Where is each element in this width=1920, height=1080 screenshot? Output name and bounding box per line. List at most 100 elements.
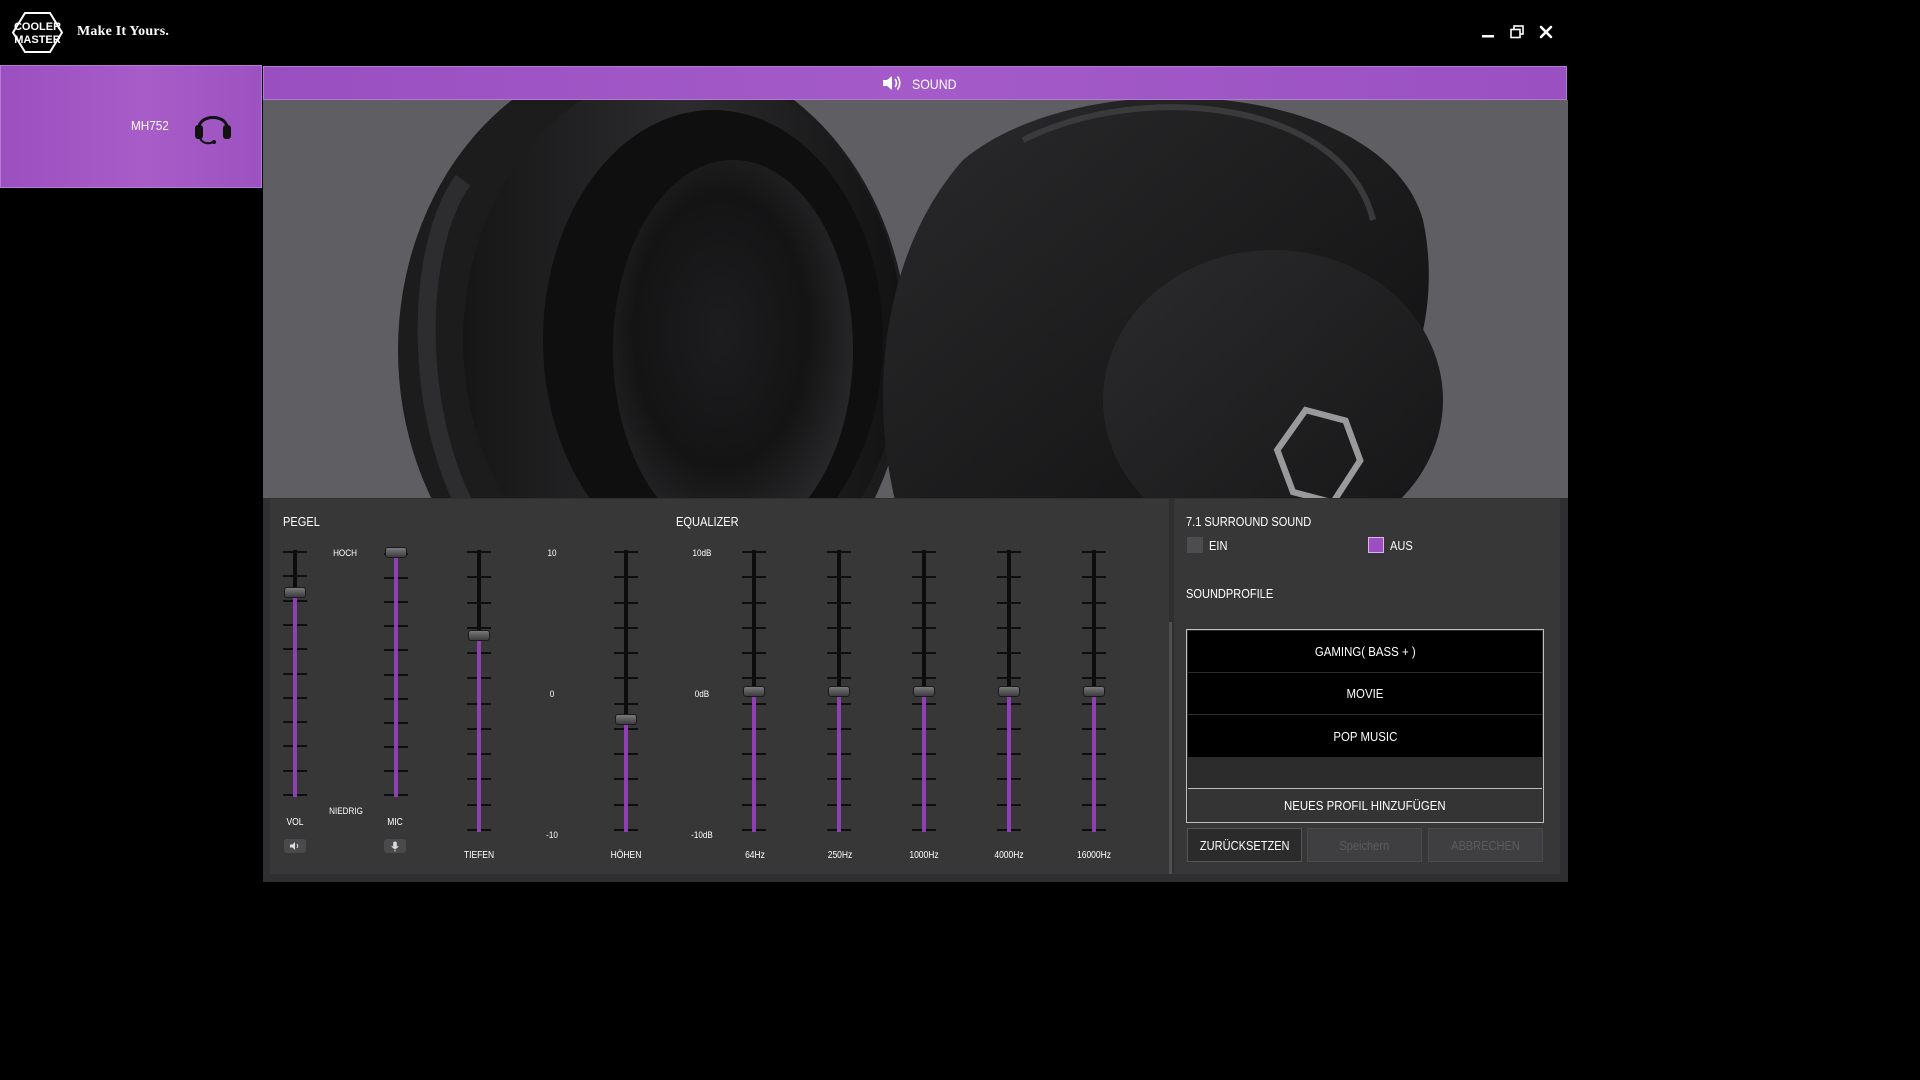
eq-slider-4000hz-tick (997, 626, 1021, 629)
eq-slider-16000hz-thumb[interactable] (1083, 686, 1105, 697)
eq-slider-4000hz-tick (997, 677, 1021, 680)
surround-on-checkbox[interactable] (1187, 537, 1203, 553)
eq-slider-4000hz-tick (997, 576, 1021, 579)
equalizer-title: EQUALIZER (676, 514, 739, 529)
eq-slider-4000hz-fill (1007, 691, 1011, 832)
eq-scale-top: 10dB (692, 548, 712, 558)
restore-button[interactable] (1504, 18, 1530, 46)
eq-slider-250hz-thumb[interactable] (828, 686, 850, 697)
headset-icon (192, 104, 234, 146)
cancel-button[interactable]: ABBRECHEN (1428, 828, 1543, 862)
minimize-button[interactable] (1475, 18, 1501, 46)
tone-scale-top: 10 (547, 548, 557, 558)
eq-slider-1000hz-tick (912, 601, 936, 604)
vol-slider-tick (283, 575, 307, 578)
eq-slider-4000hz-tick (997, 601, 1021, 604)
surround-on-label: EIN (1209, 538, 1228, 553)
profile-item-pop-music[interactable]: POP MUSIC (1188, 715, 1542, 757)
eq-slider-16000hz-tick (1082, 626, 1106, 629)
eq-slider-16000hz-tick (1082, 652, 1106, 655)
hoehen-slider-fill (624, 719, 628, 832)
hoehen-slider-thumb[interactable] (615, 714, 637, 726)
eq-slider-4000hz-tick (997, 551, 1021, 553)
pegel-low-label: NIEDRIG (329, 806, 363, 816)
sound-title: SOUND (912, 76, 957, 92)
mic-mute-button[interactable] (384, 839, 406, 853)
eq-band-label: 1000Hz (909, 850, 939, 861)
soundprofile-title: SOUNDPROFILE (1186, 586, 1274, 601)
eq-slider-64hz-tick (742, 626, 766, 629)
eq-slider-250hz-tick (827, 576, 851, 579)
eq-slider-1000hz-tick (912, 677, 936, 680)
eq-slider-64hz-tick (742, 576, 766, 579)
eq-band-label: 16000Hz (1076, 850, 1112, 861)
save-button[interactable]: Speichern (1307, 828, 1422, 862)
tiefen-slider-tick (467, 601, 491, 604)
profile-item-gaming[interactable]: GAMING( BASS + ) (1188, 631, 1542, 672)
add-profile-button[interactable]: NEUES PROFIL HINZUFÜGEN (1188, 788, 1542, 822)
tiefen-slider-fill (477, 634, 481, 832)
tone-scale-mid: 0 (549, 689, 555, 699)
profile-item-movie[interactable]: MOVIE (1188, 673, 1542, 714)
eq-band-label: 250Hz (827, 850, 853, 861)
hoehen-slider-tick (614, 702, 638, 705)
eq-slider-16000hz-tick (1082, 601, 1106, 604)
tone-scale-bottom: -10 (546, 830, 558, 840)
eq-band-label: 4000Hz (994, 850, 1024, 861)
close-icon (1539, 25, 1553, 39)
microphone-icon (391, 841, 399, 851)
reset-button[interactable]: ZURÜCKSETZEN (1187, 828, 1302, 862)
tagline: Make It Yours. (77, 24, 170, 39)
eq-slider-250hz-tick (827, 626, 851, 629)
eq-slider-250hz-tick (827, 677, 851, 680)
pegel-high-label: HOCH (333, 548, 357, 558)
cooler-master-logo: COOLER MASTER (11, 12, 64, 53)
eq-scale-mid: 0dB (694, 689, 710, 699)
eq-slider-250hz-tick (827, 652, 851, 655)
mic-slider-fill (394, 552, 398, 797)
surround-title: 7.1 SURROUND SOUND (1186, 514, 1312, 529)
hoehen-slider-tick (614, 652, 638, 655)
vol-slider-tick (283, 551, 307, 553)
eq-slider-1000hz-tick (912, 652, 936, 655)
tiefen-slider-tick (467, 626, 491, 629)
hoehen-slider-tick (614, 601, 638, 604)
surround-off-checkbox[interactable] (1368, 537, 1384, 553)
vol-mute-button[interactable] (284, 839, 306, 853)
eq-slider-1000hz-tick (912, 576, 936, 579)
minimize-icon (1482, 35, 1494, 38)
eq-band-label: 64Hz (745, 850, 765, 861)
eq-slider-250hz-tick (827, 551, 851, 553)
panel-scrollbar[interactable] (1169, 622, 1172, 874)
eq-slider-16000hz-tick (1082, 551, 1106, 553)
mic-label: MIC (387, 817, 403, 828)
mic-slider-thumb[interactable] (385, 547, 407, 558)
headset-hero-image (263, 100, 1568, 500)
logo-text-top: COOLER (14, 21, 61, 33)
title-bar (0, 0, 1568, 65)
eq-slider-64hz-tick (742, 677, 766, 680)
restore-icon (1510, 25, 1524, 39)
eq-slider-4000hz-tick (997, 652, 1021, 655)
eq-slider-16000hz-tick (1082, 576, 1106, 579)
eq-slider-16000hz-tick (1082, 677, 1106, 680)
sound-profile-list: GAMING( BASS + ) MOVIE POP MUSIC NEUES P… (1186, 629, 1544, 823)
vol-slider-thumb[interactable] (284, 586, 306, 598)
eq-slider-1000hz-thumb[interactable] (913, 686, 935, 697)
eq-slider-64hz-thumb[interactable] (743, 686, 765, 697)
hoehen-label: HÖHEN (610, 850, 642, 861)
eq-slider-64hz-tick (742, 652, 766, 655)
tiefen-slider-thumb[interactable] (468, 629, 490, 641)
tiefen-slider-tick (467, 576, 491, 579)
eq-slider-4000hz-thumb[interactable] (998, 686, 1020, 697)
eq-slider-1000hz-tick (912, 626, 936, 629)
pegel-title: PEGEL (283, 514, 320, 529)
logo-text-bottom: MASTER (14, 34, 61, 46)
hoehen-slider-tick (614, 626, 638, 629)
device-name: MH752 (131, 118, 169, 133)
eq-slider-250hz-fill (837, 691, 841, 832)
eq-slider-64hz-tick (742, 551, 766, 553)
eq-slider-16000hz-fill (1092, 691, 1096, 832)
close-button[interactable] (1533, 18, 1559, 46)
eq-slider-64hz-tick (742, 601, 766, 604)
